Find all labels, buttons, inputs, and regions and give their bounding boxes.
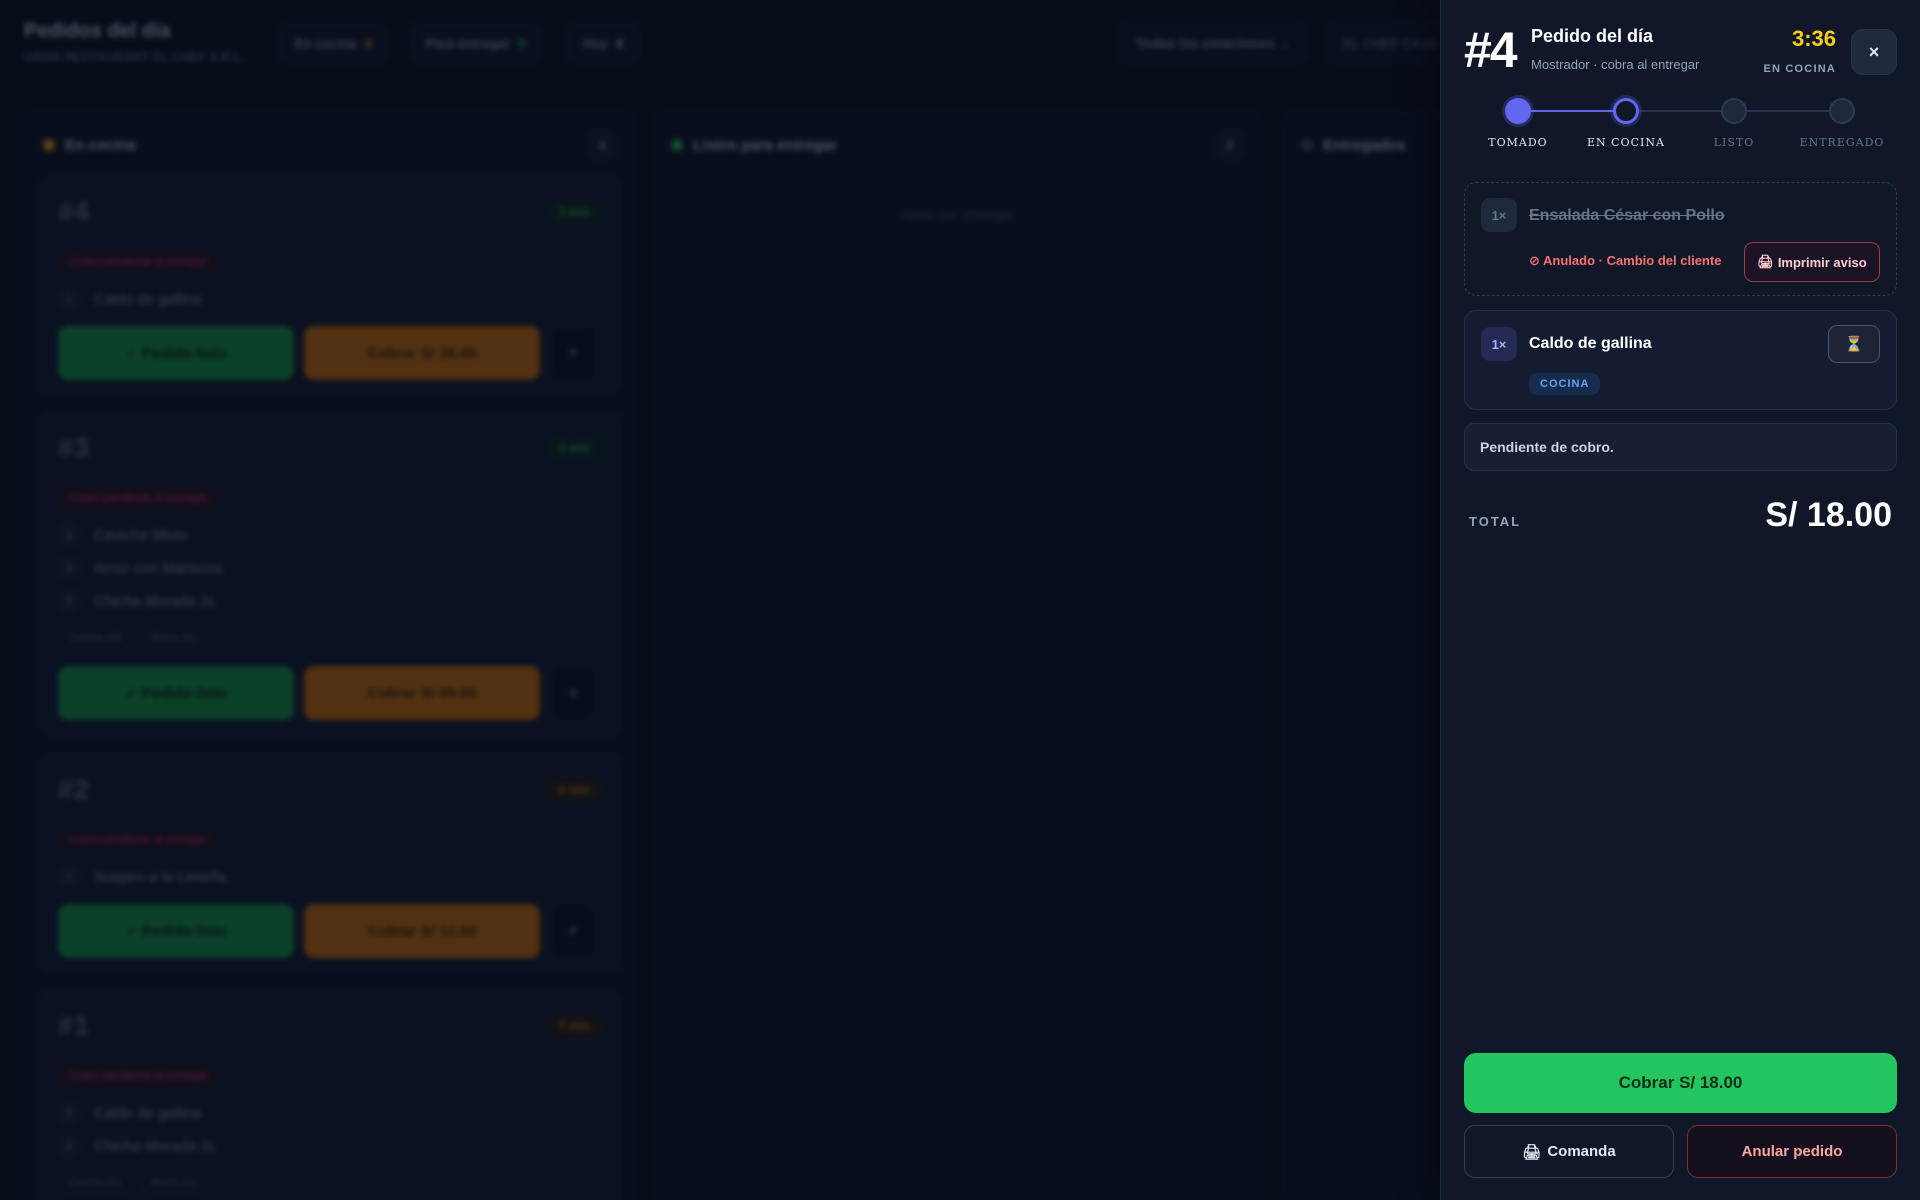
step-label: LISTO (1713, 136, 1755, 149)
printer-icon: 🖨 (1522, 1143, 1542, 1161)
elapsed-timer: 3:36 (1791, 26, 1836, 51)
order-line: 1× Caldo de gallina COCINA ⏳ (1464, 310, 1897, 410)
line-qty: 1× (1481, 327, 1517, 361)
line-qty: 1× (1481, 198, 1517, 232)
order-progress-stepper: TOMADO EN COCINA LISTO ENTREGADO (1441, 98, 1920, 158)
cancel-order-button[interactable]: Anular pedido (1687, 1125, 1897, 1178)
progress-track (1518, 110, 1626, 112)
print-ticket-label: Comanda (1547, 1143, 1616, 1160)
order-line-voided: 1× Ensalada César con Pollo ⊘ Anulado · … (1464, 182, 1897, 296)
modal-backdrop[interactable] (0, 0, 1440, 1200)
total-value: S/ 18.00 (1765, 496, 1892, 534)
order-detail-panel: #4 Pedido del día Mostrador · cobra al e… (1440, 0, 1920, 1200)
step-dot-done (1505, 98, 1531, 124)
step-label: EN COCINA (1587, 136, 1665, 149)
close-icon: × (1868, 41, 1880, 62)
hourglass-icon: ⏳ (1844, 336, 1864, 353)
order-number: #4 (1464, 22, 1518, 78)
step-dot-pending (1829, 98, 1855, 124)
print-ticket-button[interactable]: 🖨 Comanda (1464, 1125, 1674, 1178)
line-status-button[interactable]: ⏳ (1828, 325, 1880, 363)
printer-icon: 🖨 (1757, 254, 1774, 269)
step-dot-current (1613, 98, 1639, 124)
step-dot-pending (1721, 98, 1747, 124)
panel-subtitle: Mostrador · cobra al entregar (1531, 57, 1700, 72)
station-badge: COCINA (1529, 373, 1601, 395)
order-note: Pendiente de cobro. (1464, 423, 1897, 471)
close-button[interactable]: × (1851, 29, 1897, 75)
print-notice-label: Imprimir aviso (1777, 254, 1867, 270)
void-reason: ⊘ Anulado · Cambio del cliente (1529, 253, 1722, 268)
step-label: ENTREGADO (1799, 136, 1885, 149)
line-name: Caldo de gallina (1529, 335, 1652, 352)
step-label: TOMADO (1488, 136, 1548, 149)
charge-button[interactable]: Cobrar S/ 18.00 (1464, 1053, 1897, 1113)
line-name: Ensalada César con Pollo (1529, 207, 1725, 224)
panel-title: Pedido del día (1531, 26, 1654, 46)
total-label: TOTAL (1469, 514, 1522, 529)
print-notice-button[interactable]: 🖨 Imprimir aviso (1744, 242, 1880, 282)
order-state: EN COCINA (1763, 63, 1836, 75)
